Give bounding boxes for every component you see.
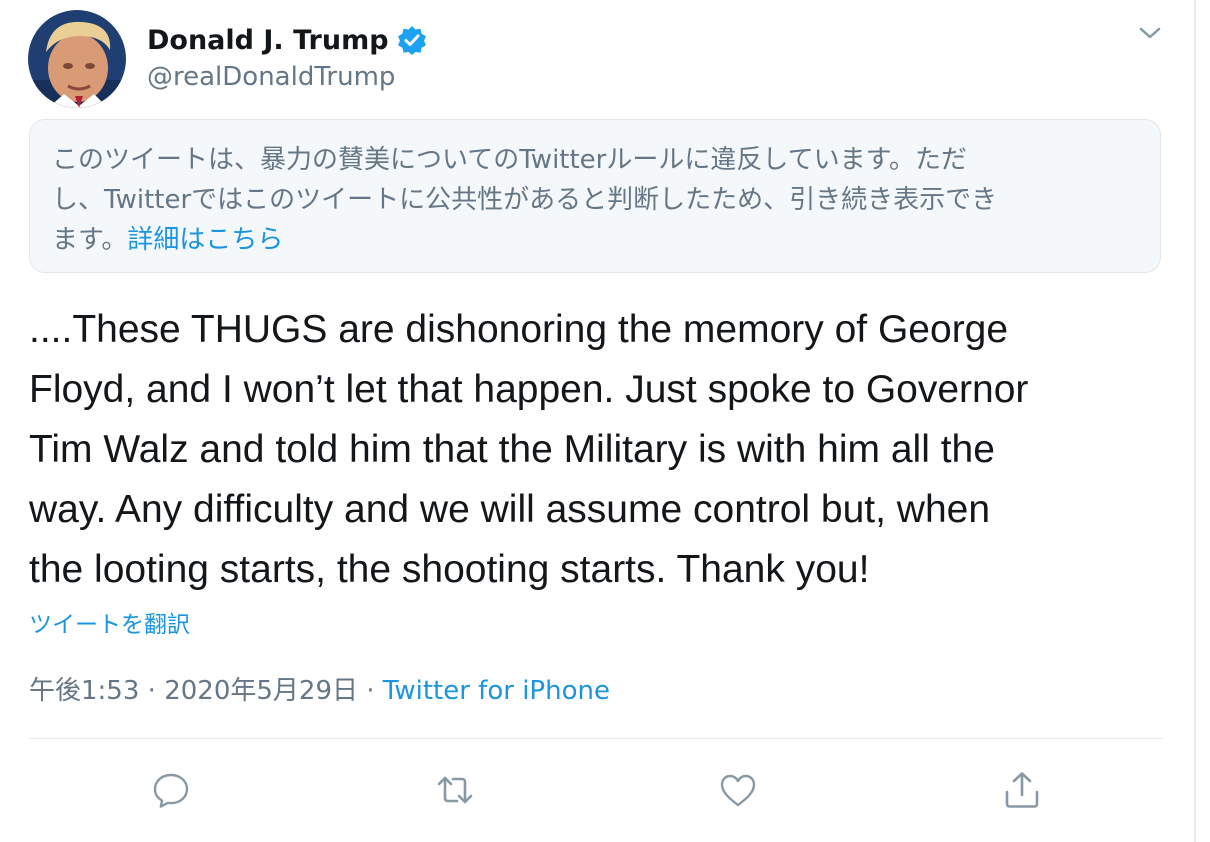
- tweet-text: ....These THUGS are dishonoring the memo…: [29, 300, 1189, 600]
- tweet-text-line: Floyd, and I won’t let that happen. Just…: [29, 368, 1029, 411]
- avatar-photo-icon: [28, 10, 126, 108]
- avatar[interactable]: [28, 10, 126, 108]
- tweet-time[interactable]: 午後1:53: [29, 676, 139, 706]
- divider: [29, 738, 1163, 739]
- share-button[interactable]: [1000, 768, 1044, 812]
- translate-tweet-link[interactable]: ツイートを翻訳: [29, 605, 190, 639]
- author-handle[interactable]: @realDonaldTrump: [147, 62, 395, 92]
- notice-details-link[interactable]: 詳細はこちら: [127, 225, 283, 255]
- public-interest-notice: このツイートは、暴力の賛美についてのTwitterルールに違反しています。ただ …: [29, 119, 1161, 273]
- timeline-border: [1194, 0, 1196, 842]
- notice-line-3: ます。詳細はこちら: [52, 220, 1138, 260]
- share-icon: [1005, 772, 1039, 808]
- notice-line-1: このツイートは、暴力の賛美についてのTwitterルールに違反しています。ただ: [52, 145, 967, 175]
- tweet-date[interactable]: 2020年5月29日: [164, 676, 358, 706]
- reply-icon: [153, 773, 189, 808]
- retweet-icon: [437, 776, 473, 804]
- chevron-down-icon[interactable]: [1136, 22, 1164, 44]
- tweet-text-line: the looting starts, the shooting starts.…: [29, 548, 870, 591]
- author-display-name[interactable]: Donald J. Trump: [147, 22, 427, 58]
- reply-button[interactable]: [149, 768, 193, 812]
- tweet-text-line: way. Any difficulty and we will assume c…: [29, 488, 991, 531]
- like-button[interactable]: [716, 768, 760, 812]
- meta-separator: ·: [139, 676, 165, 706]
- tweet-text-line: Tim Walz and told him that the Military …: [29, 428, 995, 471]
- tweet-meta: 午後1:53 · 2020年5月29日 · Twitter for iPhone: [29, 670, 610, 707]
- tweet-text-line: ....These THUGS are dishonoring the memo…: [29, 308, 1009, 351]
- tweet-source-link[interactable]: Twitter for iPhone: [383, 676, 610, 706]
- tweet-detail: Donald J. Trump @realDonaldTrump このツイートは…: [0, 0, 1210, 842]
- author-name-text: Donald J. Trump: [147, 24, 389, 56]
- verified-badge-icon: [397, 25, 427, 55]
- retweet-button[interactable]: [433, 768, 477, 812]
- like-icon: [720, 774, 756, 807]
- meta-separator: ·: [357, 676, 383, 706]
- notice-line-2: し、Twitterではこのツイートに公共性があると判断したため、引き続き表示でき: [52, 185, 998, 215]
- notice-line-3-text: ます。: [52, 225, 128, 255]
